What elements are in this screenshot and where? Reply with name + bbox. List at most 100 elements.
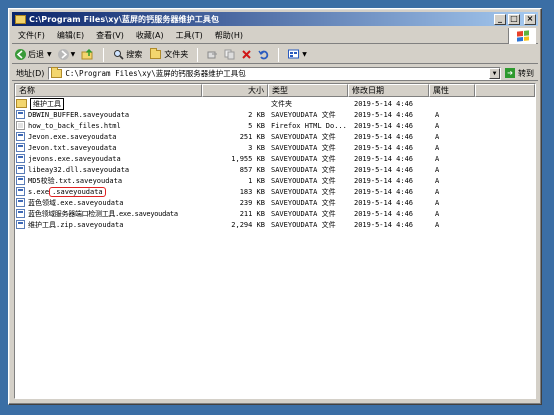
menu-help[interactable]: 帮助(H) (209, 29, 249, 43)
file-row[interactable]: MD5校验.txt.saveyoudata 1 KB SAVEYOUDATA 文… (15, 175, 535, 186)
menu-bar: 文件(F) 编辑(E) 查看(V) 收藏(A) 工具(T) 帮助(H) (12, 28, 538, 44)
address-value: C:\Program Files\xy\蓝屏的钙服务器维护工具包 (65, 68, 246, 78)
go-button[interactable]: ➜ 转到 (501, 67, 538, 80)
column-header-name[interactable]: 名称 (15, 84, 202, 97)
file-icon (16, 110, 25, 119)
file-row[interactable]: how_to_back_files.html 5 KB Firefox HTML… (15, 120, 535, 131)
file-attr: A (435, 110, 440, 119)
up-folder-button[interactable] (78, 47, 97, 63)
file-attr: A (435, 121, 440, 130)
views-button[interactable]: ▼ (285, 47, 310, 63)
file-row[interactable]: 维护工具.zip.saveyoudata 2,294 KB SAVEYOUDAT… (15, 219, 535, 230)
file-type: SAVEYOUDATA 文件 (271, 198, 336, 207)
search-label: 搜索 (126, 50, 143, 59)
file-icon (16, 165, 25, 174)
menu-edit[interactable]: 编辑(E) (51, 29, 90, 43)
go-label: 转到 (518, 68, 534, 78)
file-name-prefix: s.exe (28, 187, 50, 196)
file-attr: A (435, 220, 440, 229)
file-icon (16, 209, 25, 218)
window-title: C:\Program Files\xy\蓝屏的钙服务器维护工具包 (29, 14, 220, 24)
highlighted-extension: .saveyoudata (49, 186, 106, 197)
delete-button[interactable] (238, 47, 255, 63)
file-name: Jevon.exe.saveyoudata (28, 132, 117, 141)
file-date: 2019-5-14 4:46 (354, 187, 414, 196)
file-attr: A (435, 209, 440, 218)
file-row[interactable]: 维护工具 文件夹 2019-5-14 4:46 (15, 97, 535, 110)
title-bar[interactable]: C:\Program Files\xy\蓝屏的钙服务器维护工具包 _ □ × (12, 12, 538, 26)
file-row[interactable]: Jevon.txt.saveyoudata 3 KB SAVEYOUDATA 文… (15, 142, 535, 153)
file-row[interactable]: Jevon.exe.saveyoudata 251 KB SAVEYOUDATA… (15, 131, 535, 142)
undo-button[interactable] (255, 47, 272, 63)
address-input[interactable]: C:\Program Files\xy\蓝屏的钙服务器维护工具包 ▼ (48, 66, 501, 80)
file-attr: A (435, 143, 440, 152)
file-size: 2 KB (248, 110, 265, 119)
file-row[interactable]: jevons.exe.saveyoudata 1,955 KB SAVEYOUD… (15, 153, 535, 164)
file-type: SAVEYOUDATA 文件 (271, 165, 336, 174)
file-icon (16, 143, 25, 152)
file-name: libeay32.dll.saveyoudata (28, 165, 130, 174)
file-type: SAVEYOUDATA 文件 (271, 187, 336, 196)
file-size: 5 KB (248, 121, 265, 130)
file-type: SAVEYOUDATA 文件 (271, 132, 336, 141)
file-attr: A (435, 198, 440, 207)
folders-button[interactable]: 文件夹 (145, 47, 191, 63)
folder-icon (15, 14, 26, 24)
file-type: SAVEYOUDATA 文件 (271, 209, 336, 218)
file-attr: A (435, 165, 440, 174)
file-date: 2019-5-14 4:46 (354, 143, 414, 152)
file-date: 2019-5-14 4:46 (354, 121, 414, 130)
file-attr: A (435, 132, 440, 141)
address-dropdown-icon[interactable]: ▼ (489, 67, 500, 79)
search-icon (114, 50, 124, 60)
maximize-button[interactable]: □ (508, 13, 520, 25)
file-list[interactable]: 名称 大小 类型 修改日期 属性 维护工具 文件夹 2019-5-14 4:46… (14, 83, 536, 399)
chevron-down-icon: ▼ (302, 51, 307, 58)
move-to-icon (207, 51, 218, 59)
copy-to-icon (224, 49, 235, 60)
toolbar-separator (278, 47, 280, 62)
file-row[interactable]: s.exe .saveyoudata 183 KB SAVEYOUDATA 文件 … (15, 186, 535, 197)
file-type: SAVEYOUDATA 文件 (271, 220, 336, 229)
forward-button[interactable]: ▼ (55, 47, 79, 63)
file-name: Jevon.txt.saveyoudata (28, 143, 117, 152)
column-header-attributes[interactable]: 属性 (429, 84, 475, 97)
file-row[interactable]: 蓝色领域.exe.saveyoudata 239 KB SAVEYOUDATA … (15, 197, 535, 208)
minimize-button[interactable]: _ (494, 13, 506, 25)
menu-view[interactable]: 查看(V) (90, 29, 130, 43)
file-date: 2019-5-14 4:46 (354, 165, 414, 174)
menu-favorites[interactable]: 收藏(A) (130, 29, 170, 43)
back-arrow-icon (15, 49, 26, 60)
column-header-size[interactable]: 大小 (202, 84, 268, 97)
file-size: 2,294 KB (231, 220, 265, 229)
menu-file[interactable]: 文件(F) (12, 29, 51, 43)
html-file-icon (16, 121, 25, 130)
toolbar: 后退 ▼ ▼ 搜索 文件夹 ▼ (12, 46, 538, 64)
file-row[interactable]: 蓝色领域服务器端口检测工具.exe.saveyoudata 211 KB SAV… (15, 208, 535, 219)
column-header-date[interactable]: 修改日期 (348, 84, 429, 97)
file-name: 蓝色领域服务器端口检测工具.exe.saveyoudata (28, 209, 178, 218)
close-button[interactable]: × (524, 13, 536, 25)
folders-label: 文件夹 (164, 50, 189, 59)
column-header-type[interactable]: 类型 (268, 84, 348, 97)
toolbar-separator (103, 47, 105, 62)
file-attr: A (435, 176, 440, 185)
file-icon (16, 132, 25, 141)
up-folder-icon (81, 49, 93, 60)
forward-arrow-icon (57, 49, 69, 60)
file-name: 维护工具 (30, 97, 64, 110)
file-date: 2019-5-14 4:46 (354, 209, 414, 218)
search-button[interactable]: 搜索 (110, 47, 145, 63)
file-date: 2019-5-14 4:46 (354, 154, 414, 163)
back-button[interactable]: 后退 ▼ (12, 47, 55, 63)
file-row[interactable]: libeay32.dll.saveyoudata 857 KB SAVEYOUD… (15, 164, 535, 175)
undo-icon (258, 50, 269, 60)
move-to-button[interactable] (204, 47, 221, 63)
windows-logo-icon (508, 28, 536, 44)
file-row[interactable]: DBWIN_BUFFER.saveyoudata 2 KB SAVEYOUDAT… (15, 109, 535, 120)
file-size: 239 KB (239, 198, 265, 207)
menu-tools[interactable]: 工具(T) (170, 29, 209, 43)
file-attr: A (435, 187, 440, 196)
file-size: 251 KB (239, 132, 265, 141)
copy-to-button[interactable] (221, 47, 238, 63)
